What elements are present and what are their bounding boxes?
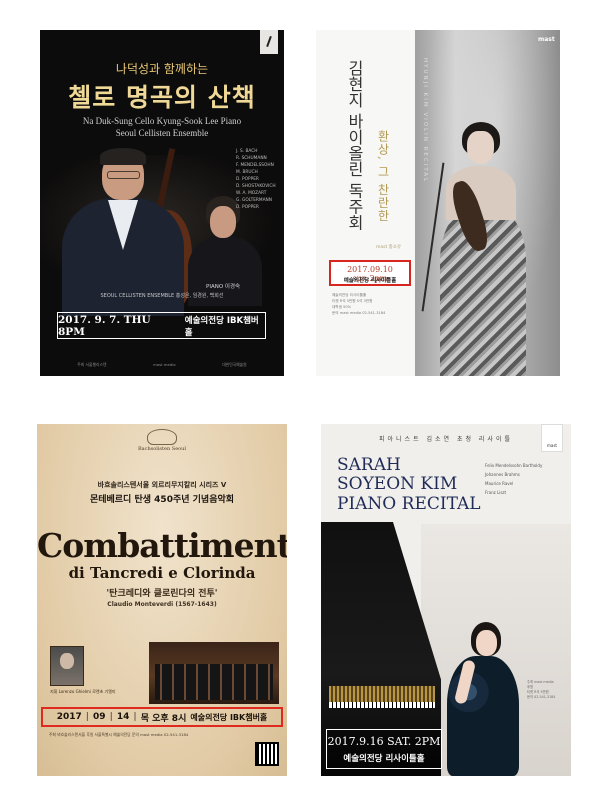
composer-item: G. GOLTERMANN (236, 198, 272, 203)
program-item: Felix Mendelssohn Bartholdy (485, 463, 543, 468)
concert-date: 2017. 9. 7. THU 8PM (58, 313, 151, 338)
ensemble-row (155, 664, 273, 682)
recital-title-en: HYUNJI KIM VIOLIN RECITAL (422, 58, 428, 184)
composer-list: J. S. BACH R. SCHUMANN F. MENDELSSOHN M.… (236, 148, 284, 211)
anniversary-title: 몬테베르디 탄생 450주년 기념음악회 (89, 495, 235, 505)
separator: | (133, 712, 137, 722)
ticket-info: 예술의전당 리사이틀홀 티켓 R석 5만원 S석 3만원 대학생 50% 문의 … (332, 292, 410, 316)
composer-item: R. SCHUMANN (236, 156, 267, 161)
composer-item: D. POPPER (236, 177, 259, 182)
concert-venue: 예술의전당 리사이틀홀 (343, 754, 425, 764)
date-venue-box: 2017.9.16 SAT. 2PM 예술의전당 리사이틀홀 (326, 729, 442, 769)
piano-credit: PIANO 이경숙 (206, 284, 241, 290)
separator: | (85, 712, 90, 722)
pianist-dress (447, 656, 519, 776)
program-list: Felix Mendelssohn Bartholdy Johannes Bra… (485, 461, 542, 497)
composer-item: D. SHOSTAKOVICH (236, 184, 276, 189)
fine-print: 주최 바흐솔리스텐서울 후원 서울특별시 예술의전당 문의 mast media… (49, 732, 189, 737)
date-venue-highlight: 2017 | 09 | 14 | 목 오후 8시 예술의전당 IBK챔버홀 (41, 707, 283, 727)
composer-item: W. A. MOZART (236, 191, 267, 196)
ensemble-row (155, 682, 273, 700)
violinist-face (467, 131, 494, 164)
sponsor-row: 주최 서울첼리스텐 mast media 대한민국예술원 (40, 362, 284, 368)
concert-venue: 예술의전당 IBK챔버홀 (184, 315, 259, 338)
date-time: 목 오후 8시 (140, 713, 187, 724)
composer-item: D. POPPER (236, 205, 259, 210)
presenter-label: mast 총소유 (376, 245, 402, 250)
poster1-subtitle: 나덕성과 함께하는 (115, 62, 209, 76)
organizer-name: Bachsolisten Seoul (137, 446, 186, 452)
poster1-performers: Na Duk-Sung Cello Kyung-Sook Lee Piano (82, 116, 242, 126)
mast-logo-icon: mast (538, 36, 555, 43)
sponsor-item: mast media (153, 362, 176, 367)
program-item: Maurice Ravel (485, 481, 514, 486)
piano-keys (329, 702, 435, 708)
concert-date: 2017.9.16 SAT. 2PM (327, 735, 441, 748)
mast-logo-icon (260, 30, 278, 54)
recital-title-ko: 김현지 바이올린 독주회 (345, 60, 364, 231)
pianist-head (210, 206, 236, 238)
glasses-icon (107, 171, 140, 179)
poster-piano-recital[interactable]: 피아니스트 김소연 초청 리사이틀 mast SARAH SOYEON KIM … (321, 424, 571, 776)
date-day: 14 (116, 712, 130, 722)
info-line: 문의 02-541-3184 (527, 695, 556, 699)
cellist-hair (100, 148, 146, 165)
poster-violin-recital[interactable]: HYUNJI KIM VIOLIN RECITAL mast 김현지 바이올린 … (316, 30, 560, 376)
conductor-credit: 지휘 Lorenzo Ghielmi 로렌초 기엘미 (50, 689, 116, 694)
qr-code-icon[interactable] (255, 742, 279, 766)
date-year: 2017 (56, 712, 82, 722)
poster-combattimento[interactable]: Bachsolisten Seoul 바흐솔리스텐서울 외르리무지칼리 시리즈 … (37, 424, 287, 776)
recital-tagline: 환상, 그 찬란한 (376, 130, 390, 223)
sponsor-item: 대한민국예술원 (222, 362, 247, 367)
date-month: 09 (93, 712, 106, 722)
separator: | (109, 712, 113, 722)
composer-item: M. BRUCH (236, 170, 258, 175)
mast-logo-icon: mast (541, 424, 563, 452)
title-line-2: SOYEON KIM (337, 474, 458, 494)
ensemble-photo (149, 642, 279, 704)
title-line-3: PIANO RECITAL (337, 494, 481, 514)
work-title-ko: '탄크레디와 클로린다의 전투' (106, 589, 218, 599)
ensemble-credit: SEOUL CELLISTEN ENSEMBLE 홍성은, 임경원, 백희선 (100, 293, 224, 299)
composer-item: F. MENDELSSOHN (236, 163, 274, 168)
program-item: Johannes Brahms (485, 472, 520, 477)
concert-venue: 예술의전당 리사이틀홀 (343, 278, 397, 284)
poster1-ensemble-en: Seoul Cellisten Ensemble (115, 128, 209, 138)
info-line: 문의 mast media 02-541-3184 (332, 311, 386, 315)
composer-item: J. S. BACH (236, 149, 258, 154)
series-title: 바흐솔리스텐서울 외르리무지칼리 시리즈 V (97, 481, 227, 489)
date-venue-box: 2017. 9. 7. THU 8PM 예술의전당 IBK챔버홀 (57, 312, 266, 339)
poster1-title: 첼로 명곡의 산책 (68, 83, 256, 112)
program-item: Franz Liszt (485, 490, 507, 495)
composer-name: Claudio Monteverdi (1567-1643) (107, 601, 217, 608)
work-title: Combattimento (37, 526, 287, 565)
title-line-1: SARAH (337, 455, 401, 475)
conductor-portrait (50, 646, 84, 686)
poster-cello-recital[interactable]: 나덕성과 함께하는 첼로 명곡의 산책 Na Duk-Sung Cello Ky… (40, 30, 284, 376)
sponsor-item: 주최 서울첼리스텐 (77, 362, 107, 367)
recital-heading-ko: 피아니스트 김소연 초청 리사이틀 (378, 436, 513, 443)
piano-strings (329, 686, 435, 702)
date-venue-highlight: 2017.09.10 sun.2pm 예술의전당 리사이틀홀 (329, 260, 411, 286)
concert-venue: 예술의전당 IBK챔버홀 (190, 712, 268, 722)
ticket-info: 주최 mast media 후원 티켓 R석 5만원 문의 02-541-318… (527, 680, 567, 700)
crest-icon (147, 429, 177, 445)
work-subtitle: di Tancredi e Clorinda (68, 564, 256, 582)
pianist-face (476, 630, 497, 656)
